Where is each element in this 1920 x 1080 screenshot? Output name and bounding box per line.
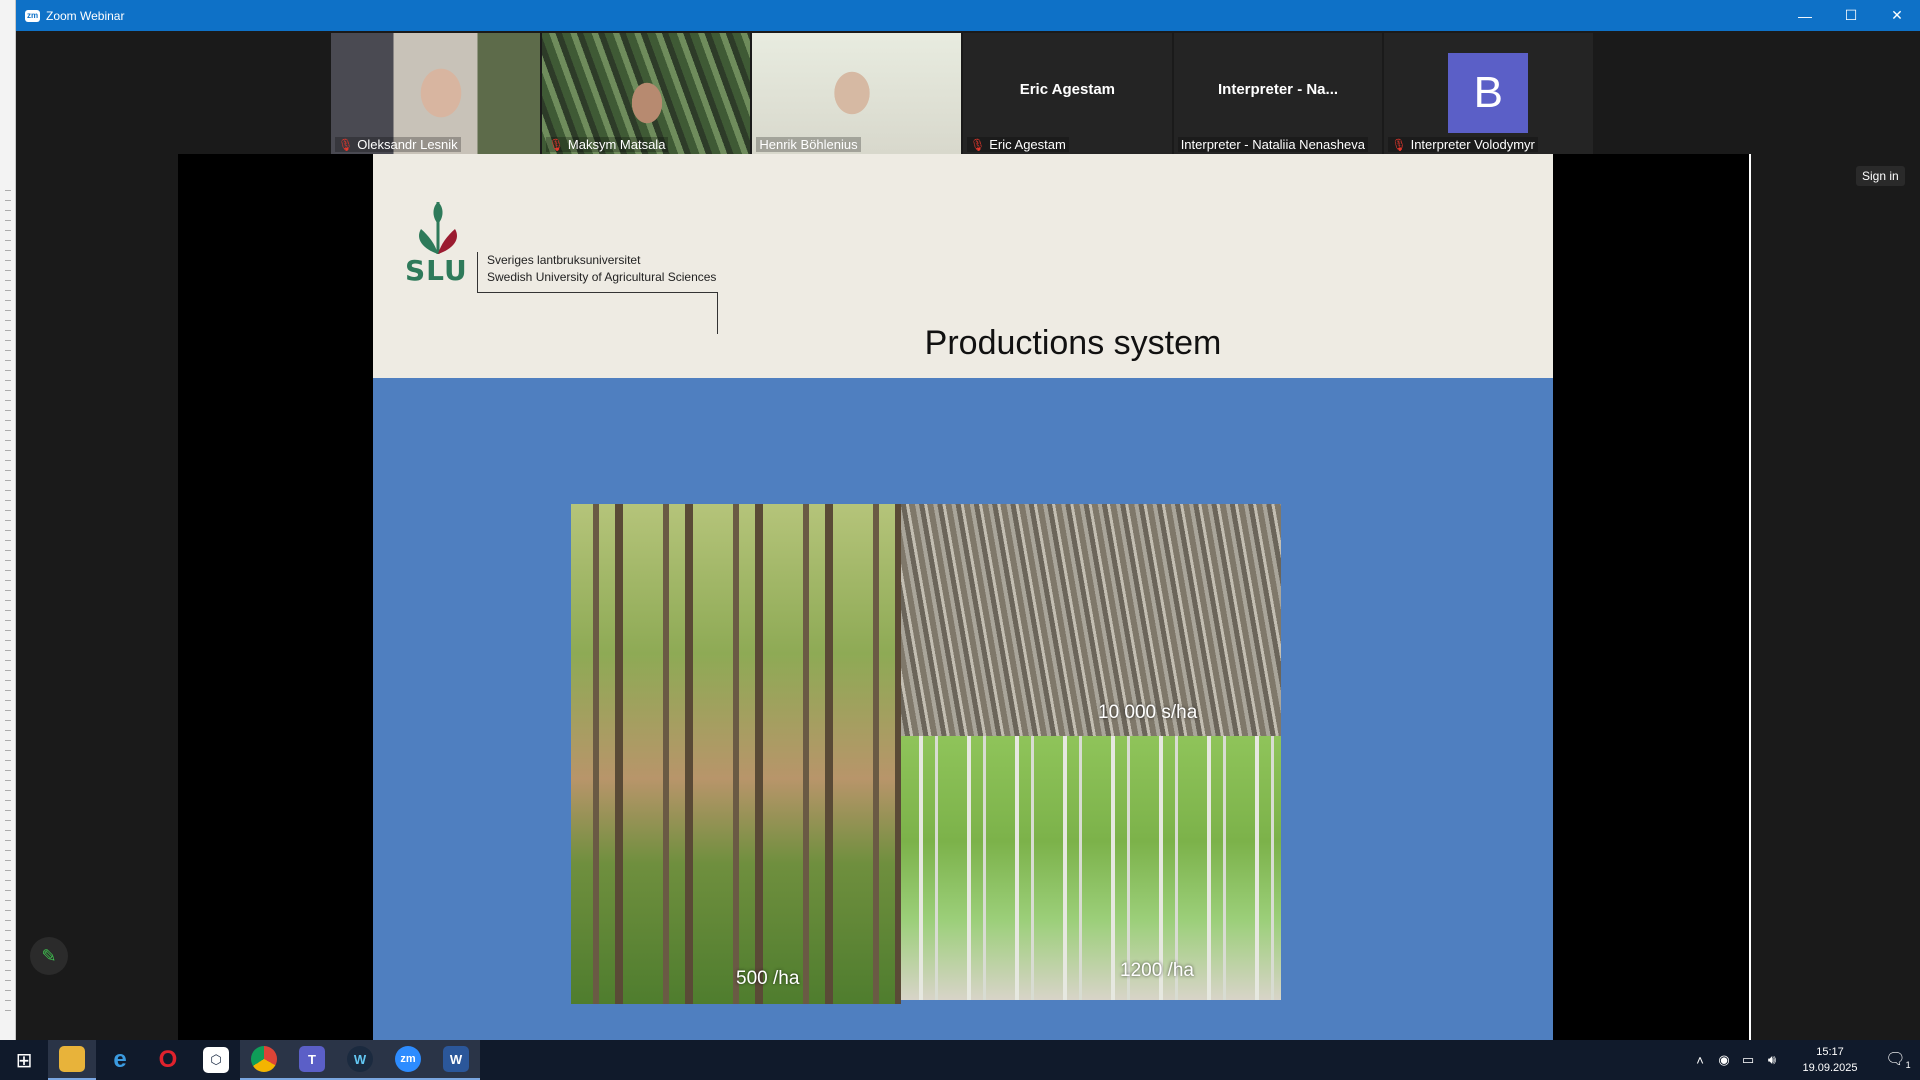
participant-tile[interactable]: Eric Agestam 🎙︎ Eric Agestam [963,33,1172,154]
participant-name-label: 🎙︎ Interpreter Volodymyr [1388,137,1538,152]
presentation-slide: SLU Sveriges lantbruksuniversitet Swedis… [373,154,1553,1040]
system-tray: ˄ ◉ ▭ 🔊︎ 15:17 19.09.2025 🗨︎1 [1688,1040,1920,1080]
close-button[interactable]: ✕ [1874,0,1920,31]
chrome-icon [251,1046,277,1072]
participant-display-name: Interpreter - Na... [1218,81,1339,98]
ruler [5,190,11,1020]
participant-name-label: 🎙︎ Eric Agestam [967,137,1069,152]
taskbar-internet-explorer[interactable]: e [96,1040,144,1080]
zoom-title-bar[interactable]: zm Zoom Webinar — ☐ ✕ [16,0,1920,31]
org-name-english: Swedish University of Agricultural Scien… [487,270,717,284]
zoom-meeting-area: 🎙︎ Oleksandr Lesnik 🎙︎ Maksym Matsala Henr… [16,31,1920,1040]
participant-name: Interpreter Volodymyr [1410,137,1535,152]
taskbar-chrome[interactable] [240,1040,288,1080]
word-icon: W [443,1046,469,1072]
notification-count: 1 [1905,1060,1911,1071]
vpn-icon[interactable]: ◉ [1712,1052,1736,1068]
start-button[interactable]: ⊞ [0,1040,48,1080]
logo-underline [477,292,717,293]
windows-taskbar: ⊞ e O ⬡ T W zm W ˄ ◉ ▭ 🔊︎ 15:17 19.09.20… [0,1040,1920,1080]
close-icon: ✕ [1891,7,1903,23]
share-divider [1749,154,1751,1040]
taskbar-opera[interactable]: O [144,1040,192,1080]
notification-icon: 🗨︎ [1885,1051,1906,1069]
participant-video [752,33,962,154]
photo-poplar-plantation: 1200 /ha [901,736,1281,1000]
muted-mic-icon: 🎙︎ [1391,137,1407,152]
participant-video [541,33,751,154]
clock-time: 15:17 [1816,1046,1844,1058]
window-controls: — ☐ ✕ [1782,0,1920,31]
org-name-swedish: Sveriges lantbruksuniversitet [487,253,641,267]
network-icon[interactable]: ▭ [1736,1052,1760,1068]
zoom-app-icon: zm [25,9,40,22]
participants-strip: 🎙︎ Oleksandr Lesnik 🎙︎ Maksym Matsala Henr… [331,33,1595,154]
background-window-edge [0,0,16,1040]
folder-icon [59,1046,85,1072]
participant-video [331,33,540,154]
pencil-icon[interactable]: ✎ [30,937,68,975]
participant-display-name: Eric Agestam [1019,81,1116,98]
muted-mic-icon: 🎙︎ [338,137,354,152]
ie-icon: e [113,1046,127,1073]
photo-label: 500 /ha [736,968,800,989]
taskbar-word[interactable]: W [432,1040,480,1080]
participant-name: Maksym Matsala [567,137,666,152]
minimize-icon: — [1798,7,1812,24]
hexagon-app-icon: ⬡ [203,1047,229,1073]
windows-logo-icon: ⊞ [15,1049,33,1072]
photo-label: 1200 /ha [1120,960,1194,981]
participant-tile-active-speaker[interactable]: Henrik Böhlenius [752,33,962,154]
maximize-icon: ☐ [1844,7,1858,23]
participant-tile[interactable]: B 🎙︎ Interpreter Volodymyr [1384,33,1594,154]
desktop-screen: zm Zoom Webinar — ☐ ✕ 🎙︎ Oleksandr Lesnik… [0,0,1920,1080]
slu-logo-text: SLU [405,254,468,287]
photo-mature-poplar-stand: 500 /ha [571,504,901,1004]
participant-name: Oleksandr Lesnik [357,137,458,152]
logo-divider [477,252,478,292]
muted-mic-icon: 🎙︎ [548,137,564,152]
taskbar-webex[interactable]: W [336,1040,384,1080]
clock-date: 19.09.2025 [1802,1062,1858,1074]
participant-name-label: Henrik Böhlenius [756,137,861,152]
notification-center-button[interactable]: 🗨︎1 [1876,1049,1920,1070]
taskbar-zoom[interactable]: zm [384,1040,432,1080]
participant-name: Interpreter - Nataliia Nenasheva [1180,137,1365,152]
teams-icon: T [299,1046,325,1072]
participant-name: Henrik Böhlenius [759,137,858,152]
taskbar-teams[interactable]: T [288,1040,336,1080]
participant-name-label: 🎙︎ Maksym Matsala [545,137,669,152]
zoom-icon: zm [395,1046,421,1072]
webex-icon: W [347,1046,373,1072]
minimize-button[interactable]: — [1782,0,1828,31]
slide-header: SLU Sveriges lantbruksuniversitet Swedis… [373,154,1553,378]
taskbar-app[interactable]: ⬡ [192,1040,240,1080]
sign-in-button[interactable]: Sign in [1856,166,1905,186]
photo-label: 10 000 s/ha [1098,702,1198,723]
participant-name: Eric Agestam [989,137,1066,152]
participant-name-label: Interpreter - Nataliia Nenasheva [1177,137,1368,152]
window-title: Zoom Webinar [46,8,125,23]
photo-dense-coppice: 10 000 s/ha [901,504,1281,736]
participant-tile[interactable]: 🎙︎ Maksym Matsala [541,33,751,154]
muted-mic-icon: 🎙︎ [970,137,986,152]
maximize-button[interactable]: ☐ [1828,0,1874,31]
opera-icon: O [158,1046,178,1073]
participant-avatar: B [1448,53,1529,133]
participant-tile[interactable]: 🎙︎ Oleksandr Lesnik [331,33,540,154]
participant-name-label: 🎙︎ Oleksandr Lesnik [335,137,461,152]
volume-icon[interactable]: 🔊︎ [1760,1052,1784,1068]
taskbar-file-explorer[interactable] [48,1040,96,1080]
slide-title: Productions system [924,324,1222,362]
chevron-up-icon[interactable]: ˄ [1688,1053,1712,1068]
participant-tile[interactable]: Interpreter - Na... Interpreter - Natali… [1173,33,1383,154]
taskbar-clock[interactable]: 15:17 19.09.2025 [1790,1044,1870,1076]
